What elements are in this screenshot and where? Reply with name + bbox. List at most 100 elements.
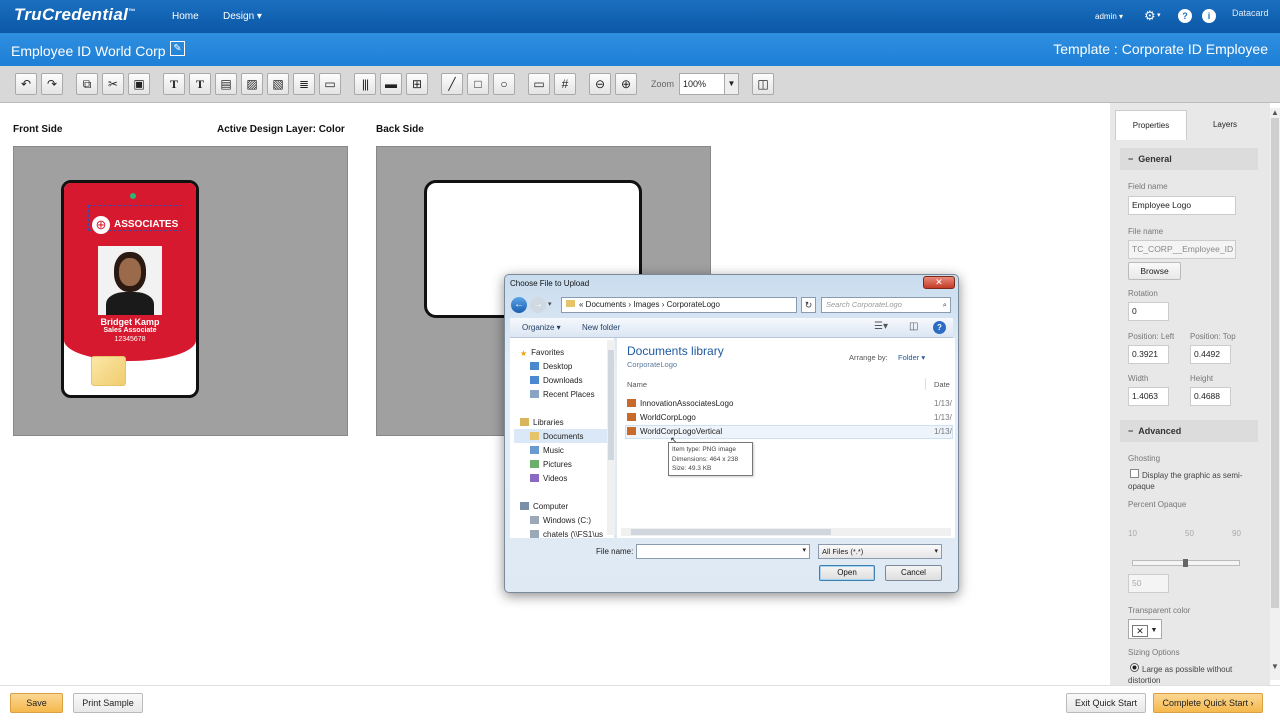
cancel-button[interactable]: Cancel	[885, 565, 942, 581]
nav-item-pictures[interactable]: Pictures	[530, 460, 572, 469]
file-type-filter[interactable]: All Files (*.*) ▾	[818, 544, 942, 559]
smart-chip-icon[interactable]	[91, 356, 126, 386]
back-side-label: Back Side	[376, 124, 424, 135]
opacity-slider[interactable]	[1132, 559, 1240, 567]
history-dropdown-icon[interactable]: ▾	[548, 300, 552, 308]
preview-pane-icon[interactable]: ◫	[909, 321, 918, 332]
opacity-slider-handle[interactable]	[1183, 559, 1188, 567]
cut-icon[interactable]: ✂	[102, 73, 124, 95]
file-row[interactable]: InnovationAssociatesLogo	[627, 399, 733, 408]
grid-icon[interactable]: #	[554, 73, 576, 95]
computer-header[interactable]: Computer	[520, 502, 568, 511]
user-menu[interactable]: admin ▾	[1095, 12, 1123, 21]
open-button[interactable]: Open	[819, 565, 875, 581]
scrollbar-thumb[interactable]	[1271, 118, 1279, 608]
nav-item-downloads[interactable]: Downloads	[530, 376, 583, 385]
help-icon[interactable]: ?	[933, 321, 946, 334]
redo-icon[interactable]: ↷	[41, 73, 63, 95]
sidebar-scrollbar[interactable]: ▲ ▼	[1270, 108, 1280, 680]
tab-properties[interactable]: Properties	[1115, 110, 1187, 140]
nav-item-documents[interactable]: Documents	[514, 429, 614, 443]
address-bar[interactable]: « Documents › Images › CorporateLogo	[561, 297, 797, 313]
save-button[interactable]: Save	[10, 693, 63, 713]
nav-item-recent-places[interactable]: Recent Places	[530, 390, 595, 399]
nav-scrollbar[interactable]	[607, 340, 615, 535]
nav-design-menu[interactable]: Design ▾	[223, 11, 262, 22]
trucredential-logo[interactable]: TruCredential™	[14, 5, 135, 25]
transparent-color-picker[interactable]: ✕ ▼	[1128, 619, 1162, 639]
info-icon[interactable]: i	[1202, 9, 1216, 23]
static-text-icon[interactable]: T	[189, 73, 211, 95]
undo-icon[interactable]: ↶	[15, 73, 37, 95]
front-canvas[interactable]: ⊕ ASSOCIATES Bridget Kamp Sales Associat…	[13, 146, 348, 436]
new-folder-button[interactable]: New folder	[582, 323, 620, 332]
nav-item-videos[interactable]: Videos	[530, 474, 567, 483]
smart-card-icon[interactable]: ⊞	[406, 73, 428, 95]
mag-stripe-icon[interactable]: ▭	[319, 73, 341, 95]
card-layout-icon[interactable]: ◫	[752, 73, 774, 95]
position-top-input[interactable]: 0.4492	[1190, 345, 1231, 364]
rotation-input[interactable]: 0	[1128, 302, 1169, 321]
libraries-header[interactable]: Libraries	[520, 418, 564, 427]
file-row[interactable]: WorldCorpLogo	[627, 413, 696, 422]
copy-icon[interactable]: ⧉	[76, 73, 98, 95]
file-name-input[interactable]: ▾	[636, 544, 810, 559]
search-input[interactable]: Search CorporateLogo ⌕	[821, 297, 951, 313]
text-field-icon[interactable]: T	[163, 73, 185, 95]
width-input[interactable]: 1.4063	[1128, 387, 1169, 406]
zoom-in-icon[interactable]: ⊕	[615, 73, 637, 95]
gear-icon[interactable]: ⚙	[1144, 8, 1156, 24]
file-hscrollbar-thumb[interactable]	[631, 529, 831, 535]
back-arrow-icon[interactable]: ←	[511, 297, 527, 313]
barcode-icon[interactable]: |||	[354, 73, 376, 95]
advanced-section-header[interactable]: − Advanced	[1120, 420, 1258, 442]
image-field-icon[interactable]: ▧	[267, 73, 289, 95]
ruler-icon[interactable]: ▭	[528, 73, 550, 95]
nav-item-desktop[interactable]: Desktop	[530, 362, 572, 371]
front-card[interactable]: ⊕ ASSOCIATES Bridget Kamp Sales Associat…	[61, 180, 199, 398]
nav-item-music[interactable]: Music	[530, 446, 564, 455]
nav-item-windows-drive[interactable]: Windows (C:)	[530, 516, 591, 525]
favorites-header[interactable]: ★ Favorites	[520, 348, 564, 358]
zoom-select[interactable]: 100% ▼	[679, 73, 739, 95]
close-icon[interactable]: ✕	[923, 276, 955, 289]
rotation-handle-icon[interactable]	[130, 193, 136, 199]
zoom-out-icon[interactable]: ⊖	[589, 73, 611, 95]
nav-item-network-drive[interactable]: chatels (\\FS1\us	[530, 530, 610, 539]
refresh-icon[interactable]: ↻	[801, 297, 816, 313]
signature-icon[interactable]: ≣	[293, 73, 315, 95]
image-icon[interactable]: ▨	[241, 73, 263, 95]
column-name[interactable]: Name	[627, 380, 647, 389]
edit-pencil-icon[interactable]: ✎	[170, 41, 185, 56]
line-tool-icon[interactable]: ╱	[441, 73, 463, 95]
arrange-by-dropdown[interactable]: Folder ▾	[898, 353, 925, 362]
height-input[interactable]: 0.4688	[1190, 387, 1231, 406]
complete-quick-start-button[interactable]: Complete Quick Start ›	[1153, 693, 1263, 713]
zoom-value: 100%	[683, 79, 707, 89]
ellipse-tool-icon[interactable]: ○	[493, 73, 515, 95]
help-icon[interactable]: ?	[1178, 9, 1192, 23]
nav-home-link[interactable]: Home	[172, 11, 199, 22]
gear-dropdown-icon[interactable]: ▾	[1157, 11, 1161, 19]
column-date[interactable]: Date	[934, 380, 950, 389]
position-left-input[interactable]: 0.3921	[1128, 345, 1169, 364]
tab-layers[interactable]: Layers	[1189, 110, 1261, 140]
scroll-up-icon[interactable]: ▲	[1271, 108, 1279, 117]
employee-photo[interactable]	[98, 246, 162, 315]
print-sample-button[interactable]: Print Sample	[73, 693, 143, 713]
field-name-input[interactable]: Employee Logo	[1128, 196, 1236, 215]
organize-menu[interactable]: Organize ▾	[522, 323, 561, 332]
nav-scrollbar-thumb[interactable]	[608, 350, 614, 460]
paste-icon[interactable]: ▣	[128, 73, 150, 95]
browse-button[interactable]: Browse	[1128, 262, 1181, 280]
scroll-down-icon[interactable]: ▼	[1271, 662, 1279, 671]
nav-item-label: Documents	[543, 432, 584, 441]
view-options-icon[interactable]: ☰▾	[874, 321, 888, 332]
forward-arrow-icon[interactable]: →	[530, 297, 546, 313]
general-section-header[interactable]: − General	[1120, 148, 1258, 170]
exit-quick-start-button[interactable]: Exit Quick Start	[1066, 693, 1146, 713]
photo-field-icon[interactable]: ▤	[215, 73, 237, 95]
rectangle-tool-icon[interactable]: □	[467, 73, 489, 95]
file-hscrollbar[interactable]	[621, 528, 951, 536]
magstripe-field-icon[interactable]: ▬	[380, 73, 402, 95]
